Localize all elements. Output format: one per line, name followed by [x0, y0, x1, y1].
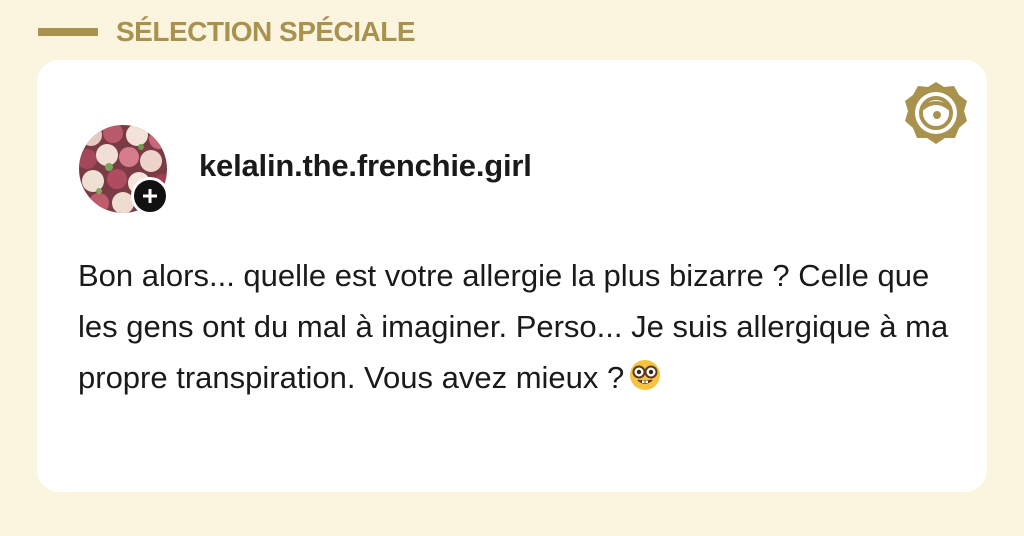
header-accent-bar [38, 28, 98, 36]
nerd-face-emoji [630, 360, 661, 390]
avatar-container[interactable] [79, 125, 169, 215]
post-card: kelalin.the.frenchie.girl Bon alors... q… [37, 60, 987, 492]
plus-icon [143, 189, 157, 203]
follow-button[interactable] [131, 177, 169, 215]
username-link[interactable]: kelalin.the.frenchie.girl [199, 148, 532, 184]
section-header: SÉLECTION SPÉCIALE [38, 14, 416, 50]
section-title: SÉLECTION SPÉCIALE [116, 16, 416, 47]
community-badge-icon [905, 82, 967, 144]
post-body: Bon alors... quelle est votre allergie l… [78, 250, 968, 403]
post-text: Bon alors... quelle est votre allergie l… [78, 258, 949, 395]
